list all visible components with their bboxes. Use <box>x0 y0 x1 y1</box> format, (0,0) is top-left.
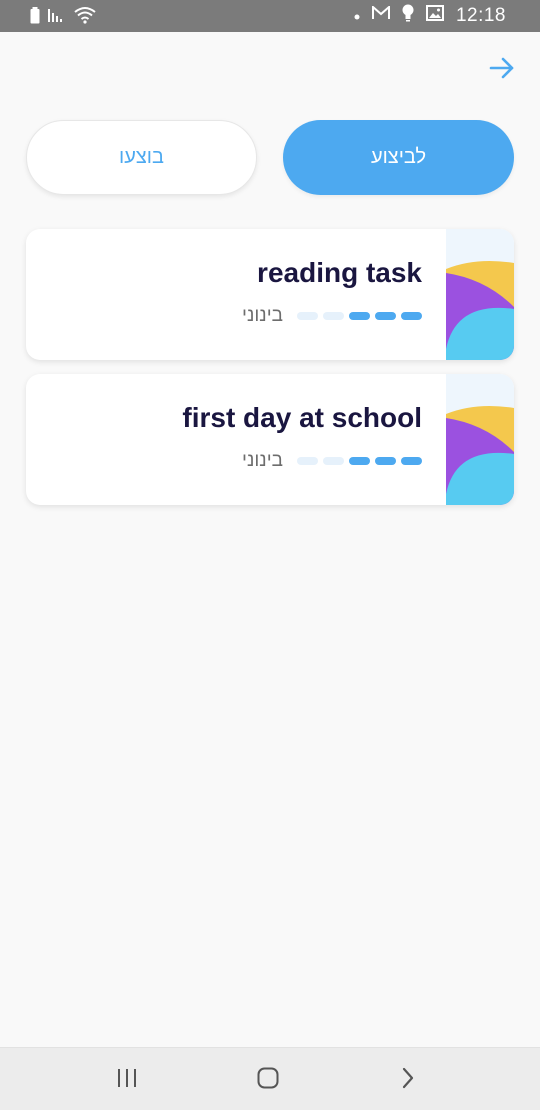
recents-icon <box>116 1068 138 1093</box>
task-level: בינוני <box>228 305 422 327</box>
battery-icon <box>30 6 40 29</box>
difficulty-indicator <box>297 457 422 465</box>
task-card[interactable]: reading task בינוני <box>26 229 514 360</box>
arrow-right-icon <box>489 57 515 84</box>
task-thumbnail <box>446 229 514 360</box>
back-nav-button[interactable] <box>388 1064 428 1096</box>
notification-dot-icon <box>354 7 360 25</box>
bulb-icon <box>402 4 414 27</box>
home-icon <box>257 1067 279 1094</box>
difficulty-dot <box>297 457 318 465</box>
tab-to-do-label: לביצוע <box>370 146 427 168</box>
task-thumbnail <box>446 374 514 505</box>
difficulty-dot <box>375 457 396 465</box>
status-icons-left <box>30 6 96 29</box>
status-bar: 12:18 <box>0 0 540 32</box>
task-level: בינוני <box>228 450 422 472</box>
tab-done-label: בוצעו <box>119 146 164 168</box>
difficulty-dot <box>323 457 344 465</box>
task-level-label: בינוני <box>242 450 283 471</box>
task-card[interactable]: first day at school בינוני <box>26 374 514 505</box>
task-title: reading task <box>257 257 422 288</box>
back-chevron-icon <box>401 1067 415 1094</box>
gmail-icon <box>371 4 390 25</box>
task-level-label: בינוני <box>242 305 283 326</box>
difficulty-dot <box>349 312 370 320</box>
task-title: first day at school <box>182 402 422 433</box>
gallery-icon <box>425 5 444 26</box>
tab-done[interactable]: בוצעו <box>26 120 257 195</box>
signal-icon <box>48 7 66 28</box>
back-button[interactable] <box>488 56 516 84</box>
system-nav-bar <box>0 1047 540 1110</box>
home-button[interactable] <box>248 1064 288 1096</box>
difficulty-dot <box>349 457 370 465</box>
difficulty-indicator <box>297 312 422 320</box>
wifi-icon <box>74 6 96 29</box>
difficulty-dot <box>297 312 318 320</box>
status-icons-right: 12:18 <box>354 4 506 27</box>
status-time: 12:18 <box>455 4 506 26</box>
difficulty-dot <box>375 312 396 320</box>
difficulty-dot <box>401 312 422 320</box>
difficulty-dot <box>401 457 422 465</box>
tab-to-do[interactable]: לביצוע <box>283 120 514 195</box>
difficulty-dot <box>323 312 344 320</box>
recents-button[interactable] <box>107 1064 147 1096</box>
